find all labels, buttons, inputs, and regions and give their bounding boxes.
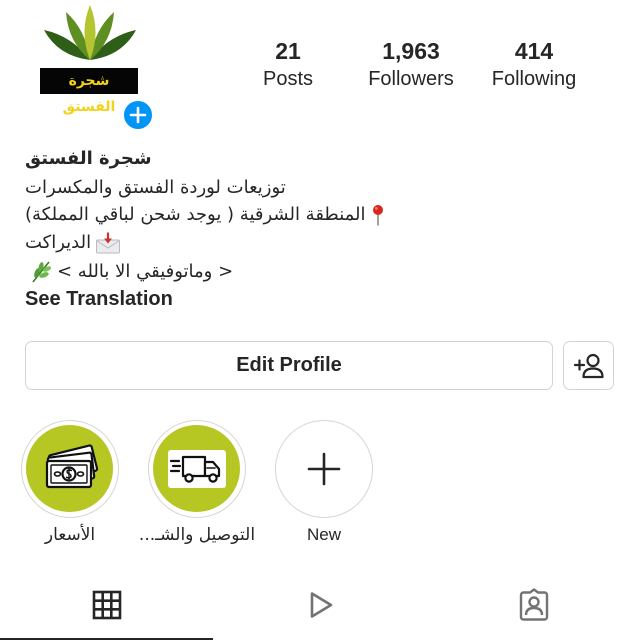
add-user-button[interactable]	[563, 341, 614, 390]
stat-posts[interactable]: 21 Posts	[223, 36, 353, 92]
profile-name-text: شجرة الفستق	[25, 148, 152, 169]
highlight-label: New	[306, 525, 341, 544]
highlight-new[interactable]	[275, 420, 373, 518]
herb-icon	[29, 260, 53, 284]
tab-reels[interactable]	[213, 585, 426, 625]
bio-line: < وماتوفيقي الا بالله >	[25, 259, 233, 285]
bio-text: المنطقة الشرقية ( يوجد شحن لباقي المملكة…	[25, 204, 366, 225]
tab-tagged[interactable]	[427, 585, 640, 625]
round-pushpin-icon	[370, 204, 386, 226]
stat-followers[interactable]: 1,963 Followers	[346, 36, 476, 92]
delivery-truck-icon	[167, 449, 226, 488]
highlight-delivery[interactable]	[148, 420, 246, 518]
stat-label: Posts	[262, 68, 314, 90]
bio-line: المنطقة الشرقية ( يوجد شحن لباقي المملكة…	[25, 202, 386, 228]
add-story-button[interactable]	[121, 98, 155, 132]
highlight-cover	[26, 425, 113, 512]
add-person-icon	[573, 353, 604, 378]
profile-name: شجرة الفستق	[25, 145, 152, 172]
stat-label: Following	[491, 68, 577, 90]
stat-label: Followers	[368, 68, 454, 90]
edit-profile-button[interactable]: Edit Profile	[25, 341, 553, 390]
highlight-prices[interactable]	[21, 420, 119, 518]
highlight-label: التوصيل والشـ...	[127, 523, 267, 547]
tab-posts[interactable]	[0, 585, 213, 625]
bio-text: توزيعات لوردة الفستق والمكسرات	[25, 177, 286, 198]
stat-following[interactable]: 414 Following	[469, 36, 599, 92]
money-icon	[45, 443, 98, 488]
highlight-cover	[153, 425, 240, 512]
plus-icon	[129, 106, 147, 124]
highlight-cover	[280, 425, 367, 512]
stat-value: 414	[514, 38, 554, 64]
bio-text: الديراكت	[25, 232, 92, 253]
reels-icon	[310, 592, 332, 618]
highlight-label: الأسعار	[0, 523, 140, 547]
bio-text: < وماتوفيقي الا بالله >	[57, 261, 234, 282]
plus-icon	[307, 452, 340, 485]
bio-line: الديراكت	[25, 230, 121, 256]
grid-icon	[92, 590, 121, 620]
tagged-icon	[519, 588, 548, 621]
incoming-envelope-icon	[95, 232, 121, 254]
stat-value: 21	[275, 38, 301, 64]
highlight-label-text: التوصيل والشـ...	[138, 525, 256, 545]
stat-value: 1,963	[382, 38, 440, 64]
bio-line: توزيعات لوردة الفستق والمكسرات	[25, 175, 286, 201]
highlight-label-text: الأسعار	[44, 525, 96, 545]
logo-text: شجرة الفستق	[40, 68, 138, 115]
see-translation-link[interactable]: See Translation	[25, 286, 173, 312]
